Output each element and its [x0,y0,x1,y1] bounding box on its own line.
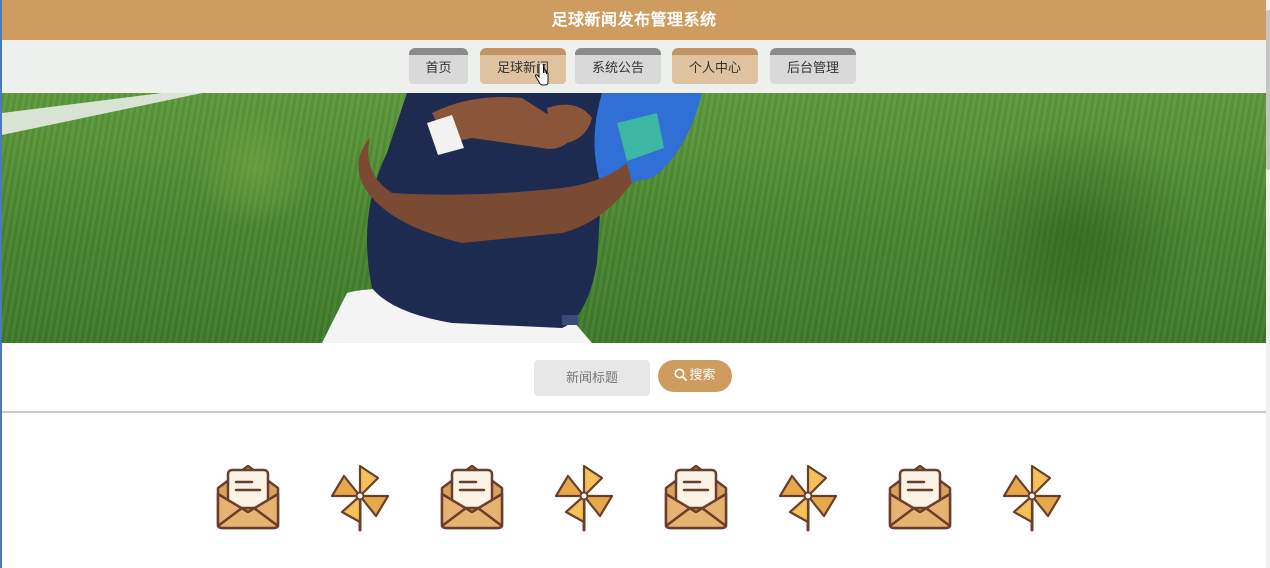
pinwheel-icon[interactable] [996,460,1068,532]
search-button-label: 搜索 [689,368,716,383]
pinwheel-icon[interactable] [548,460,620,532]
envelope-icon[interactable] [212,460,284,532]
nav-admin[interactable]: 后台管理 [770,48,856,84]
nav-admin-label: 后台管理 [786,61,839,76]
envelope-icon[interactable] [660,460,732,532]
nav-system-notice-label: 系统公告 [591,61,644,76]
football-player-image [2,93,702,343]
hero-banner [2,93,1266,343]
scrollbar-thumb[interactable] [1266,10,1270,170]
news-icon-row [2,413,1266,568]
app-title: 足球新闻发布管理系统 [551,10,717,29]
search-bar: 搜索 [2,343,1266,413]
app-header: 足球新闻发布管理系统 [2,0,1266,40]
news-title-search-input[interactable] [534,360,650,396]
envelope-icon[interactable] [884,460,956,532]
search-icon [674,368,688,381]
mouse-cursor-icon [535,64,549,86]
nav-personal-center-label: 个人中心 [688,61,741,76]
search-button[interactable]: 搜索 [658,360,732,392]
nav-home[interactable]: 首页 [409,48,468,84]
nav-system-notice[interactable]: 系统公告 [575,48,661,84]
nav-personal-center[interactable]: 个人中心 [672,48,758,84]
pinwheel-icon[interactable] [324,460,396,532]
envelope-icon[interactable] [436,460,508,532]
page-scrollbar[interactable] [1266,0,1270,568]
nav-football-news[interactable]: 足球新闻 [480,48,566,84]
pinwheel-icon[interactable] [772,460,844,532]
nav-home-label: 首页 [425,61,452,76]
main-nav: 首页 足球新闻 系统公告 个人中心 后台管理 [2,40,1266,93]
